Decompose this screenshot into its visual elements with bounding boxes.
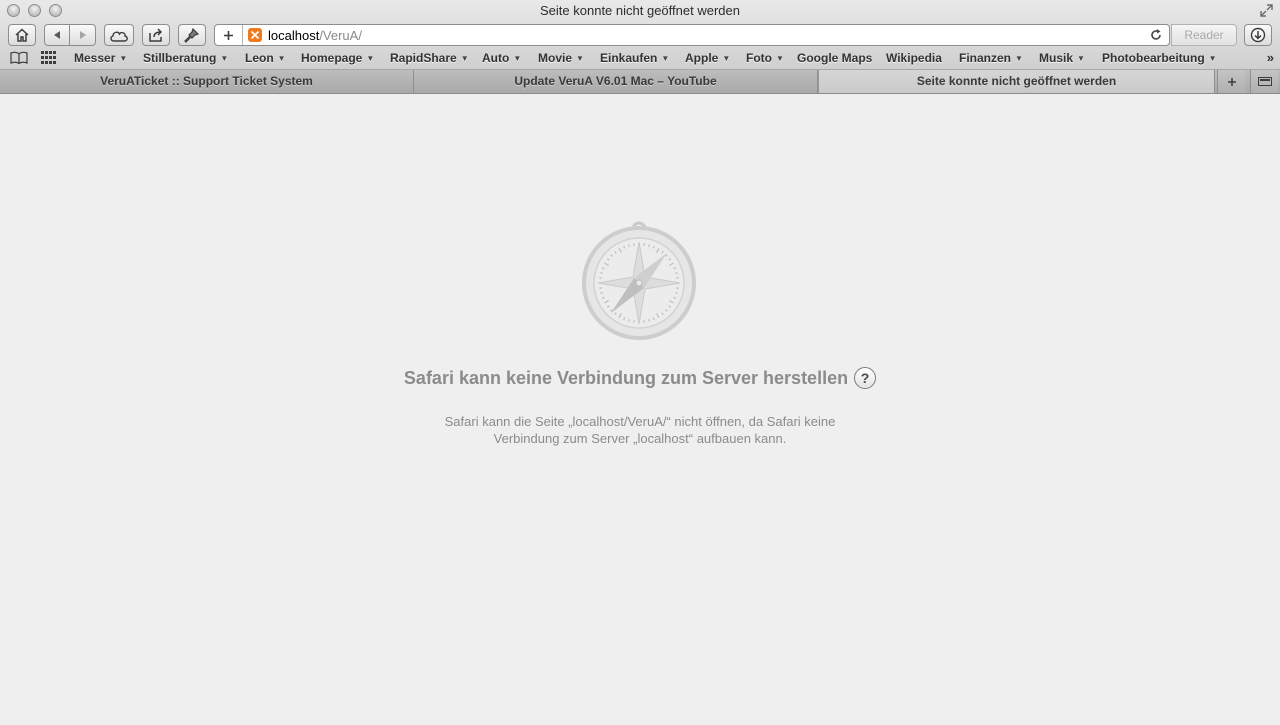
bookmark-item[interactable]: Foto ▼: [746, 51, 784, 65]
address-bar[interactable]: localhost/VeruA/: [214, 24, 1170, 46]
add-bookmark-button[interactable]: [215, 25, 243, 45]
downloads-button[interactable]: [1244, 24, 1272, 46]
reader-button[interactable]: Reader: [1171, 24, 1237, 46]
forward-button[interactable]: [69, 24, 96, 46]
chevron-down-icon: ▼: [1208, 54, 1217, 63]
bookmark-label: Finanzen: [959, 51, 1012, 65]
chevron-down-icon: ▼: [119, 54, 128, 63]
bookmarks-bar: Messer ▼ Stillberatung ▼ Leon ▼ Homepage ▼ Rapid…: [0, 48, 1280, 69]
chevron-down-icon: ▼: [1015, 54, 1023, 63]
bookmark-item[interactable]: Stillberatung ▼: [143, 51, 228, 65]
home-button[interactable]: [8, 24, 36, 46]
top-sites-icon[interactable]: [41, 51, 56, 64]
bookmark-label: RapidShare: [390, 51, 457, 65]
chevron-down-icon: ▼: [366, 54, 375, 63]
tab-current-error[interactable]: Seite konnte nicht geöffnet werden: [818, 70, 1215, 93]
chevron-down-icon: ▼: [1077, 54, 1085, 63]
back-button[interactable]: [44, 24, 70, 46]
bookmark-label: Messer: [74, 51, 116, 65]
url-host: localhost: [268, 28, 320, 43]
bookmark-label: Photobearbeitung: [1102, 51, 1205, 65]
toolbar: localhost/VeruA/ Reader: [0, 24, 1280, 46]
bookmark-label: Stillberatung: [143, 51, 217, 65]
bookmark-item[interactable]: Photobearbeitung ▼: [1102, 51, 1217, 65]
error-message: Safari kann die Seite „localhost/VeruA/“…: [390, 413, 890, 447]
url-text[interactable]: localhost/VeruA/: [268, 28, 362, 43]
bookmarks-book-icon[interactable]: [10, 51, 28, 64]
bookmark-item[interactable]: RapidShare ▼: [390, 51, 469, 65]
back-icon: [54, 31, 60, 39]
tab-youtube[interactable]: Update VeruA V6.01 Mac – YouTube: [414, 70, 818, 93]
error-title-text: Safari kann keine Verbindung zum Server …: [403, 368, 849, 388]
forward-icon: [79, 31, 86, 39]
bookmark-item[interactable]: Musik ▼: [1039, 51, 1085, 65]
chevron-down-icon: ▼: [513, 54, 522, 63]
add-icon: [224, 30, 233, 40]
bookmark-label: Google Maps: [797, 51, 873, 65]
pin-button[interactable]: [178, 24, 206, 46]
bookmark-item[interactable]: Apple ▼: [685, 51, 730, 65]
add-icon: [1227, 77, 1236, 86]
share-icon: [149, 28, 163, 42]
icloud-icon: [110, 31, 128, 42]
browser-chrome: Seite konnte nicht geöffnet werden local…: [0, 0, 1280, 70]
share-button[interactable]: [142, 24, 170, 46]
bookmark-item[interactable]: Google Maps: [797, 51, 872, 65]
bookmarks-overflow-button[interactable]: »: [1267, 50, 1274, 65]
bookmark-item[interactable]: Messer ▼: [74, 51, 127, 65]
bookmark-item[interactable]: Finanzen ▼: [959, 51, 1023, 65]
chevron-down-icon: ▼: [277, 54, 286, 63]
fullscreen-icon[interactable]: [1260, 4, 1273, 17]
tab-overview-icon: [1257, 77, 1272, 86]
chevron-down-icon: ▼: [220, 54, 229, 63]
pin-icon: [184, 27, 200, 43]
chevron-down-icon: ▼: [576, 54, 584, 63]
bookmark-label: Leon: [245, 51, 274, 65]
bookmark-label: Wikipedia: [886, 51, 942, 65]
tab-overview-button[interactable]: [1250, 70, 1278, 93]
xampp-favicon: [248, 28, 262, 42]
new-tab-button[interactable]: [1217, 70, 1245, 93]
bookmark-label: Homepage: [301, 51, 363, 65]
bookmark-label: Musik: [1039, 51, 1074, 65]
bookmark-label: Apple: [685, 51, 719, 65]
chevron-down-icon: ▼: [460, 54, 469, 63]
safari-compass-icon: [582, 221, 696, 340]
chevron-down-icon: ▼: [776, 54, 784, 63]
tab-veruaticket[interactable]: VeruATicket :: Support Ticket System: [0, 70, 414, 93]
bookmark-label: Movie: [538, 51, 573, 65]
bookmark-item[interactable]: Leon ▼: [245, 51, 286, 65]
bookmark-label: Einkaufen: [600, 51, 658, 65]
error-page: Safari kann keine Verbindung zum Server …: [0, 95, 1280, 725]
download-icon: [1250, 27, 1266, 43]
bookmark-item[interactable]: Einkaufen ▼: [600, 51, 669, 65]
bookmark-item[interactable]: Auto ▼: [482, 51, 521, 65]
bookmark-label: Auto: [482, 51, 510, 65]
bookmark-label: Foto: [746, 51, 772, 65]
error-title: Safari kann keine Verbindung zum Server …: [0, 367, 1280, 389]
help-button[interactable]: ?: [854, 367, 877, 389]
url-path: /VeruA/: [319, 28, 362, 43]
chevron-down-icon: ▼: [722, 54, 731, 63]
error-message-line: Safari kann die Seite „localhost/VeruA/“…: [444, 414, 836, 429]
reload-icon[interactable]: [1149, 28, 1163, 42]
tab-bar: VeruATicket :: Support Ticket System Upd…: [0, 70, 1280, 94]
error-message-line: Verbindung zum Server „localhost“ aufbau…: [493, 431, 787, 446]
home-icon: [15, 28, 29, 42]
bookmark-item[interactable]: Wikipedia: [886, 51, 942, 65]
bookmark-item[interactable]: Homepage ▼: [301, 51, 374, 65]
window-title: Seite konnte nicht geöffnet werden: [540, 3, 740, 18]
chevron-down-icon: ▼: [661, 54, 670, 63]
icloud-tabs-button[interactable]: [104, 24, 134, 46]
bookmark-item[interactable]: Movie ▼: [538, 51, 584, 65]
